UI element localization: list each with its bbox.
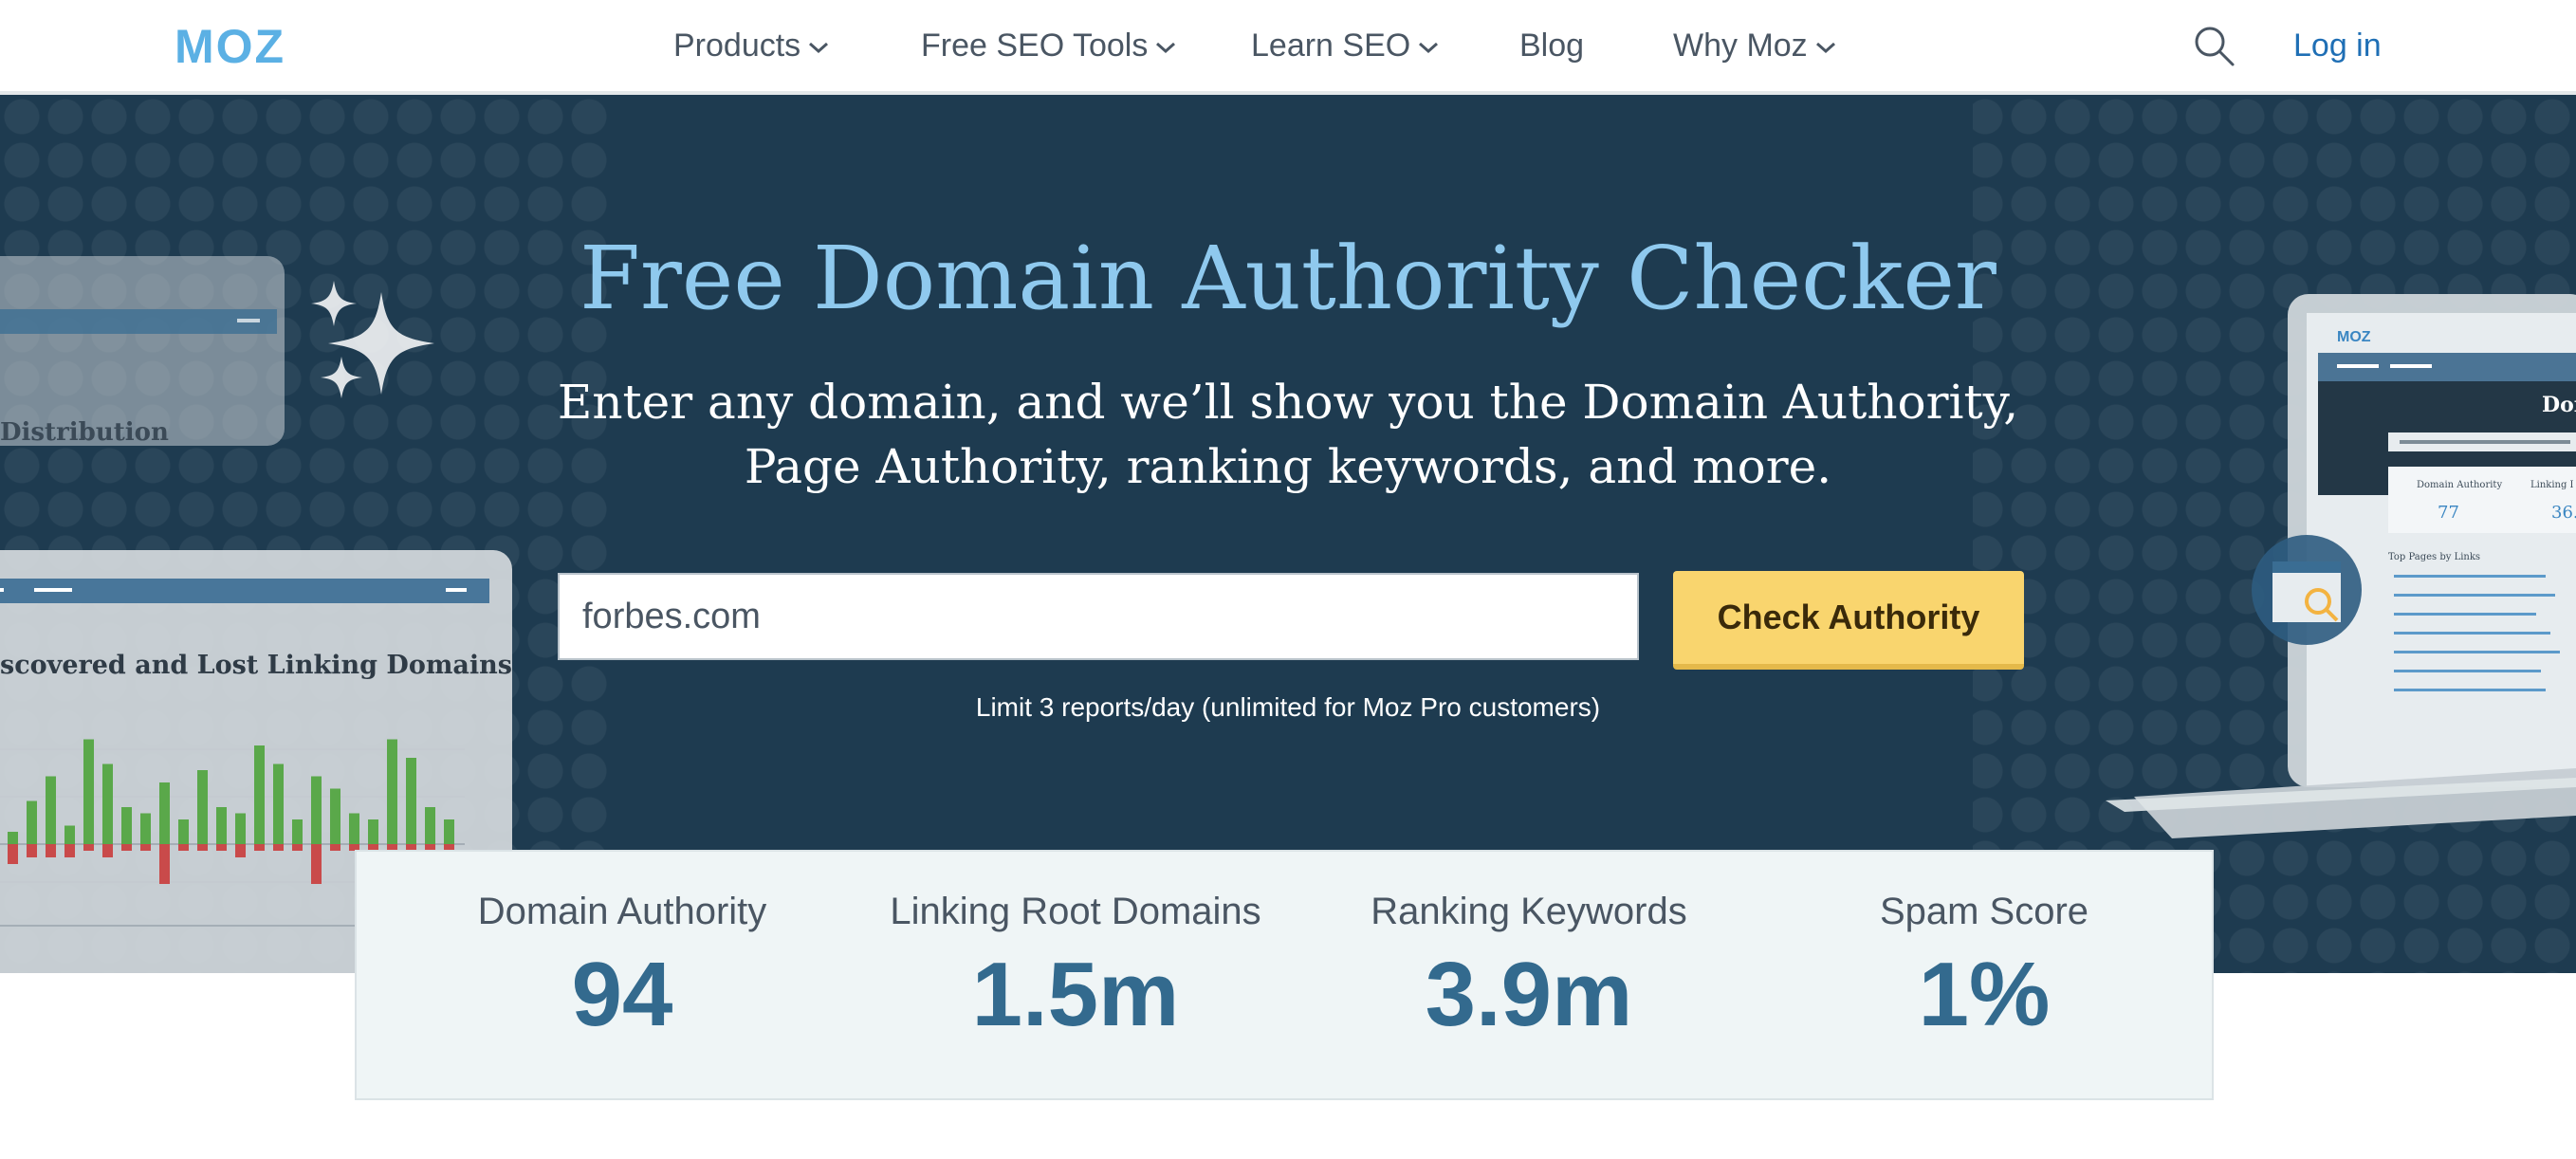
hero-center-backdrop <box>607 95 1973 973</box>
mini-bar-up <box>64 825 75 844</box>
mini-bar-down <box>27 844 37 857</box>
chevron-down-icon <box>1815 42 1835 54</box>
mini-bar-up <box>83 739 94 844</box>
nav-label: Products <box>673 28 801 64</box>
mini-bar-down <box>8 844 18 864</box>
domain-input[interactable] <box>558 573 1639 660</box>
mini-bar-down <box>83 844 94 851</box>
mini-list-title: Top Pages by Links <box>2388 552 2480 562</box>
mini-bar-up <box>292 819 303 844</box>
mini-bar-up <box>387 739 397 844</box>
stat-label: Domain Authority <box>477 891 767 932</box>
mini-bar-down <box>330 844 340 851</box>
mini-metric-label: Linking I <box>2530 480 2574 490</box>
moz-mini-logo: MOZ <box>2337 329 2371 345</box>
mini-bar-up <box>349 813 359 844</box>
nav-products[interactable]: Products <box>673 23 831 68</box>
mini-bar-up <box>121 807 132 844</box>
limit-note: Limit 3 reports/day (unlimited for Moz P… <box>975 692 1601 722</box>
mini-bar-up <box>102 763 113 844</box>
mini-bar-up <box>159 782 170 844</box>
mini-bar-down <box>64 844 75 857</box>
mini-bar-up <box>216 807 227 844</box>
nav-blog[interactable]: Blog <box>1519 23 1584 68</box>
nav-learn-seo[interactable]: Learn SEO <box>1251 23 1441 68</box>
mini-bar-down <box>254 844 265 851</box>
mini-bar-down <box>178 844 189 851</box>
mini-bar-down <box>140 844 151 851</box>
mini-bar-down <box>46 844 56 857</box>
mini-bar-up <box>311 776 322 844</box>
mini-bar-down <box>311 844 322 884</box>
hero-subtitle-line: Page Authority, ranking keywords, and mo… <box>744 439 1832 494</box>
stat-value: 1% <box>1918 944 2051 1045</box>
mini-bar-up <box>425 807 435 844</box>
nav-label: Why Moz <box>1673 28 1808 64</box>
mini-metric-value: 36. <box>2551 503 2576 523</box>
mini-bar-up <box>8 832 18 844</box>
stat-value: 1.5m <box>971 944 1180 1045</box>
chart-card-title: scovered and Lost Linking Domains <box>0 651 512 680</box>
mini-bar-up <box>235 813 246 844</box>
nav-why-moz[interactable]: Why Moz <box>1673 23 1838 68</box>
hero-section: Distribution scovered and Lost Linking D… <box>0 95 2576 973</box>
mini-bar-up <box>406 758 416 844</box>
mini-metric-label: Domain Authority <box>2417 480 2502 490</box>
mini-bar-up <box>444 819 454 844</box>
mini-bar-down <box>235 844 246 857</box>
nav-free-seo-tools[interactable]: Free SEO Tools <box>921 23 1178 68</box>
mini-bar-up <box>330 788 340 844</box>
stat-value: 3.9m <box>1425 944 1633 1045</box>
mini-bar-up <box>368 819 378 844</box>
stat-linking-root-domains: Linking Root Domains 1.5m <box>848 888 1303 1047</box>
chevron-down-icon <box>1419 42 1439 54</box>
chevron-down-icon <box>1156 42 1176 54</box>
nav-label: Free SEO Tools <box>921 28 1149 64</box>
svg-text:MOZ: MOZ <box>175 21 285 66</box>
site-header: MOZ Products Free SEO Tools Learn SEO Bl… <box>0 0 2576 95</box>
search-icon[interactable] <box>2191 23 2236 68</box>
hero-subtitle-line: Enter any domain, and we’ll show you the… <box>557 375 2019 430</box>
check-authority-button[interactable]: Check Authority <box>1673 571 2024 670</box>
mini-bar-down <box>273 844 284 851</box>
mini-heading: Dom <box>2542 393 2576 417</box>
stats-panel: Domain Authority 94 Linking Root Domains… <box>355 850 2214 1100</box>
stat-label: Ranking Keywords <box>1371 891 1687 932</box>
stat-spam-score: Spam Score 1% <box>1757 888 2212 1047</box>
login-link[interactable]: Log in <box>2293 23 2382 68</box>
mini-bar-up <box>197 770 208 844</box>
mini-metric-value: 77 <box>2438 503 2459 523</box>
stat-ranking-keywords: Ranking Keywords 3.9m <box>1301 888 1757 1047</box>
mini-bar-up <box>273 763 284 844</box>
nav-label: Blog <box>1519 28 1585 64</box>
mini-bar-up <box>178 819 189 844</box>
stat-label: Linking Root Domains <box>890 891 1261 932</box>
stat-value: 94 <box>571 944 673 1045</box>
mini-bar-down <box>216 844 227 851</box>
hero-subtitle: Enter any domain, and we’ll show you the… <box>529 370 2047 499</box>
nav-label: Learn SEO <box>1251 28 1411 64</box>
chart-card-title: Distribution <box>0 418 169 447</box>
chevron-down-icon <box>809 42 829 54</box>
stat-label: Spam Score <box>1879 891 2089 932</box>
mini-bar-up <box>140 813 151 844</box>
stat-domain-authority: Domain Authority 94 <box>395 888 850 1047</box>
mini-bar-down <box>159 844 170 884</box>
moz-logo[interactable]: MOZ <box>175 21 336 66</box>
mini-bar-up <box>254 745 265 844</box>
mini-bar-down <box>197 844 208 851</box>
page-title: Free Domain Authority Checker <box>580 228 1996 329</box>
mini-bar-up <box>46 776 56 844</box>
mini-bar-down <box>292 844 303 851</box>
mini-bar-down <box>102 844 113 857</box>
mini-bar-down <box>121 844 132 851</box>
mini-bar-up <box>27 800 37 844</box>
